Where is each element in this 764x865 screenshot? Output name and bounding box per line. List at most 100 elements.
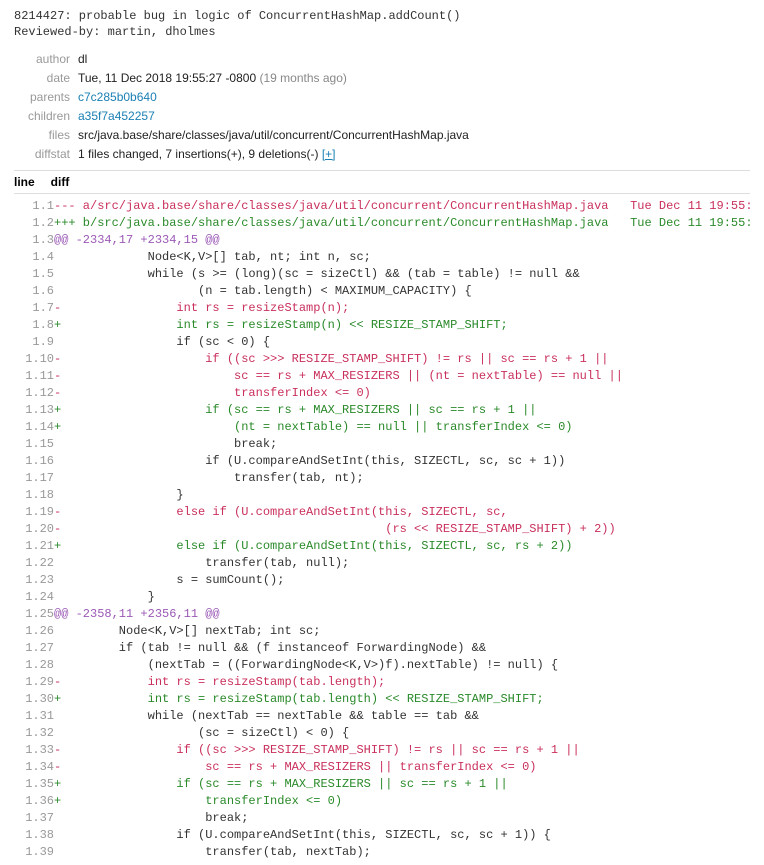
line-number[interactable]: 1.2 [14, 215, 54, 232]
line-number[interactable]: 1.9 [14, 334, 54, 351]
diff-code: - sc == rs + MAX_RESIZERS || transferInd… [54, 759, 750, 776]
diff-code: + else if (U.compareAndSetInt(this, SIZE… [54, 538, 750, 555]
line-number[interactable]: 1.5 [14, 266, 54, 283]
meta-label-parents: parents [14, 88, 74, 107]
diff-row: 1.18 } [14, 487, 750, 504]
diff-row: 1.9 if (sc < 0) { [14, 334, 750, 351]
line-number[interactable]: 1.4 [14, 249, 54, 266]
line-number[interactable]: 1.33 [14, 742, 54, 759]
diff-code: - int rs = resizeStamp(tab.length); [54, 674, 750, 691]
diff-row: 1.10- if ((sc >>> RESIZE_STAMP_SHIFT) !=… [14, 351, 750, 368]
diff-row: 1.39 transfer(tab, nextTab); [14, 844, 750, 861]
line-number[interactable]: 1.20 [14, 521, 54, 538]
line-number[interactable]: 1.31 [14, 708, 54, 725]
diff-code: + int rs = resizeStamp(n) << RESIZE_STAM… [54, 317, 750, 334]
line-number[interactable]: 1.11 [14, 368, 54, 385]
line-number[interactable]: 1.18 [14, 487, 54, 504]
meta-value-files: src/java.base/share/classes/java/util/co… [74, 126, 473, 145]
diff-code: + int rs = resizeStamp(tab.length) << RE… [54, 691, 750, 708]
diff-row: 1.23 s = sumCount(); [14, 572, 750, 589]
line-number[interactable]: 1.29 [14, 674, 54, 691]
line-number[interactable]: 1.32 [14, 725, 54, 742]
line-number[interactable]: 1.34 [14, 759, 54, 776]
line-number[interactable]: 1.22 [14, 555, 54, 572]
line-number[interactable]: 1.25 [14, 606, 54, 623]
line-number[interactable]: 1.7 [14, 300, 54, 317]
meta-value-author: dl [74, 50, 473, 69]
diff-row: 1.16 if (U.compareAndSetInt(this, SIZECT… [14, 453, 750, 470]
line-number[interactable]: 1.21 [14, 538, 54, 555]
meta-label-files: files [14, 126, 74, 145]
line-number[interactable]: 1.39 [14, 844, 54, 861]
diff-code: if (tab != null && (f instanceof Forward… [54, 640, 750, 657]
tab-line[interactable]: line [14, 175, 35, 189]
parent-hash-link[interactable]: c7c285b0b640 [78, 90, 157, 104]
diffstat-text: 1 files changed, 7 insertions(+), 9 dele… [78, 147, 318, 161]
line-number[interactable]: 1.30 [14, 691, 54, 708]
diff-code: + if (sc == rs + MAX_RESIZERS || sc == r… [54, 776, 750, 793]
diff-row: 1.4 Node<K,V>[] tab, nt; int n, sc; [14, 249, 750, 266]
line-number[interactable]: 1.36 [14, 793, 54, 810]
child-hash-link[interactable]: a35f7a452257 [78, 109, 155, 123]
diff-row: 1.24 } [14, 589, 750, 606]
diff-row: 1.14+ (nt = nextTable) == null || transf… [14, 419, 750, 436]
diff-table: 1.1--- a/src/java.base/share/classes/jav… [14, 198, 750, 861]
diff-code: break; [54, 436, 750, 453]
diff-row: 1.27 if (tab != null && (f instanceof Fo… [14, 640, 750, 657]
diff-row: 1.34- sc == rs + MAX_RESIZERS || transfe… [14, 759, 750, 776]
diff-code: - else if (U.compareAndSetInt(this, SIZE… [54, 504, 750, 521]
diff-code: if (U.compareAndSetInt(this, SIZECTL, sc… [54, 827, 750, 844]
diff-row: 1.6 (n = tab.length) < MAXIMUM_CAPACITY)… [14, 283, 750, 300]
diff-row: 1.15 break; [14, 436, 750, 453]
line-number[interactable]: 1.24 [14, 589, 54, 606]
diff-code: @@ -2334,17 +2334,15 @@ [54, 232, 750, 249]
diff-code: } [54, 487, 750, 504]
line-number[interactable]: 1.19 [14, 504, 54, 521]
line-number[interactable]: 1.12 [14, 385, 54, 402]
diff-row: 1.12- transferIndex <= 0) [14, 385, 750, 402]
diff-code: - (rs << RESIZE_STAMP_SHIFT) + 2)) [54, 521, 750, 538]
line-number[interactable]: 1.28 [14, 657, 54, 674]
diff-row: 1.20- (rs << RESIZE_STAMP_SHIFT) + 2)) [14, 521, 750, 538]
line-number[interactable]: 1.6 [14, 283, 54, 300]
diff-row: 1.25@@ -2358,11 +2356,11 @@ [14, 606, 750, 623]
tab-diff[interactable]: diff [51, 175, 70, 189]
diff-row: 1.19- else if (U.compareAndSetInt(this, … [14, 504, 750, 521]
line-number[interactable]: 1.1 [14, 198, 54, 215]
line-number[interactable]: 1.13 [14, 402, 54, 419]
diff-row: 1.21+ else if (U.compareAndSetInt(this, … [14, 538, 750, 555]
diff-row: 1.30+ int rs = resizeStamp(tab.length) <… [14, 691, 750, 708]
diff-row: 1.31 while (nextTab == nextTable && tabl… [14, 708, 750, 725]
diff-row: 1.3@@ -2334,17 +2334,15 @@ [14, 232, 750, 249]
diff-code: - if ((sc >>> RESIZE_STAMP_SHIFT) != rs … [54, 351, 750, 368]
line-number[interactable]: 1.17 [14, 470, 54, 487]
diff-code: - sc == rs + MAX_RESIZERS || (nt = nextT… [54, 368, 750, 385]
line-number[interactable]: 1.35 [14, 776, 54, 793]
line-number[interactable]: 1.8 [14, 317, 54, 334]
commit-message: 8214427: probable bug in logic of Concur… [14, 8, 750, 40]
line-number[interactable]: 1.16 [14, 453, 54, 470]
line-number[interactable]: 1.14 [14, 419, 54, 436]
line-number[interactable]: 1.38 [14, 827, 54, 844]
line-number[interactable]: 1.10 [14, 351, 54, 368]
meta-label-author: author [14, 50, 74, 69]
diff-row: 1.37 break; [14, 810, 750, 827]
diff-code: Node<K,V>[] tab, nt; int n, sc; [54, 249, 750, 266]
diff-row: 1.11- sc == rs + MAX_RESIZERS || (nt = n… [14, 368, 750, 385]
diff-code: + if (sc == rs + MAX_RESIZERS || sc == r… [54, 402, 750, 419]
diff-row: 1.22 transfer(tab, null); [14, 555, 750, 572]
line-number[interactable]: 1.26 [14, 623, 54, 640]
commit-date: Tue, 11 Dec 2018 19:55:27 -0800 [78, 71, 256, 85]
meta-label-date: date [14, 69, 74, 88]
diffstat-expand[interactable]: [+] [322, 147, 336, 161]
line-number[interactable]: 1.37 [14, 810, 54, 827]
diff-code: transfer(tab, nextTab); [54, 844, 750, 861]
diff-row: 1.36+ transferIndex <= 0) [14, 793, 750, 810]
diff-row: 1.29- int rs = resizeStamp(tab.length); [14, 674, 750, 691]
line-number[interactable]: 1.3 [14, 232, 54, 249]
line-number[interactable]: 1.27 [14, 640, 54, 657]
line-number[interactable]: 1.23 [14, 572, 54, 589]
diff-code: (sc = sizeCtl) < 0) { [54, 725, 750, 742]
commit-meta: author dl date Tue, 11 Dec 2018 19:55:27… [14, 50, 473, 164]
line-number[interactable]: 1.15 [14, 436, 54, 453]
